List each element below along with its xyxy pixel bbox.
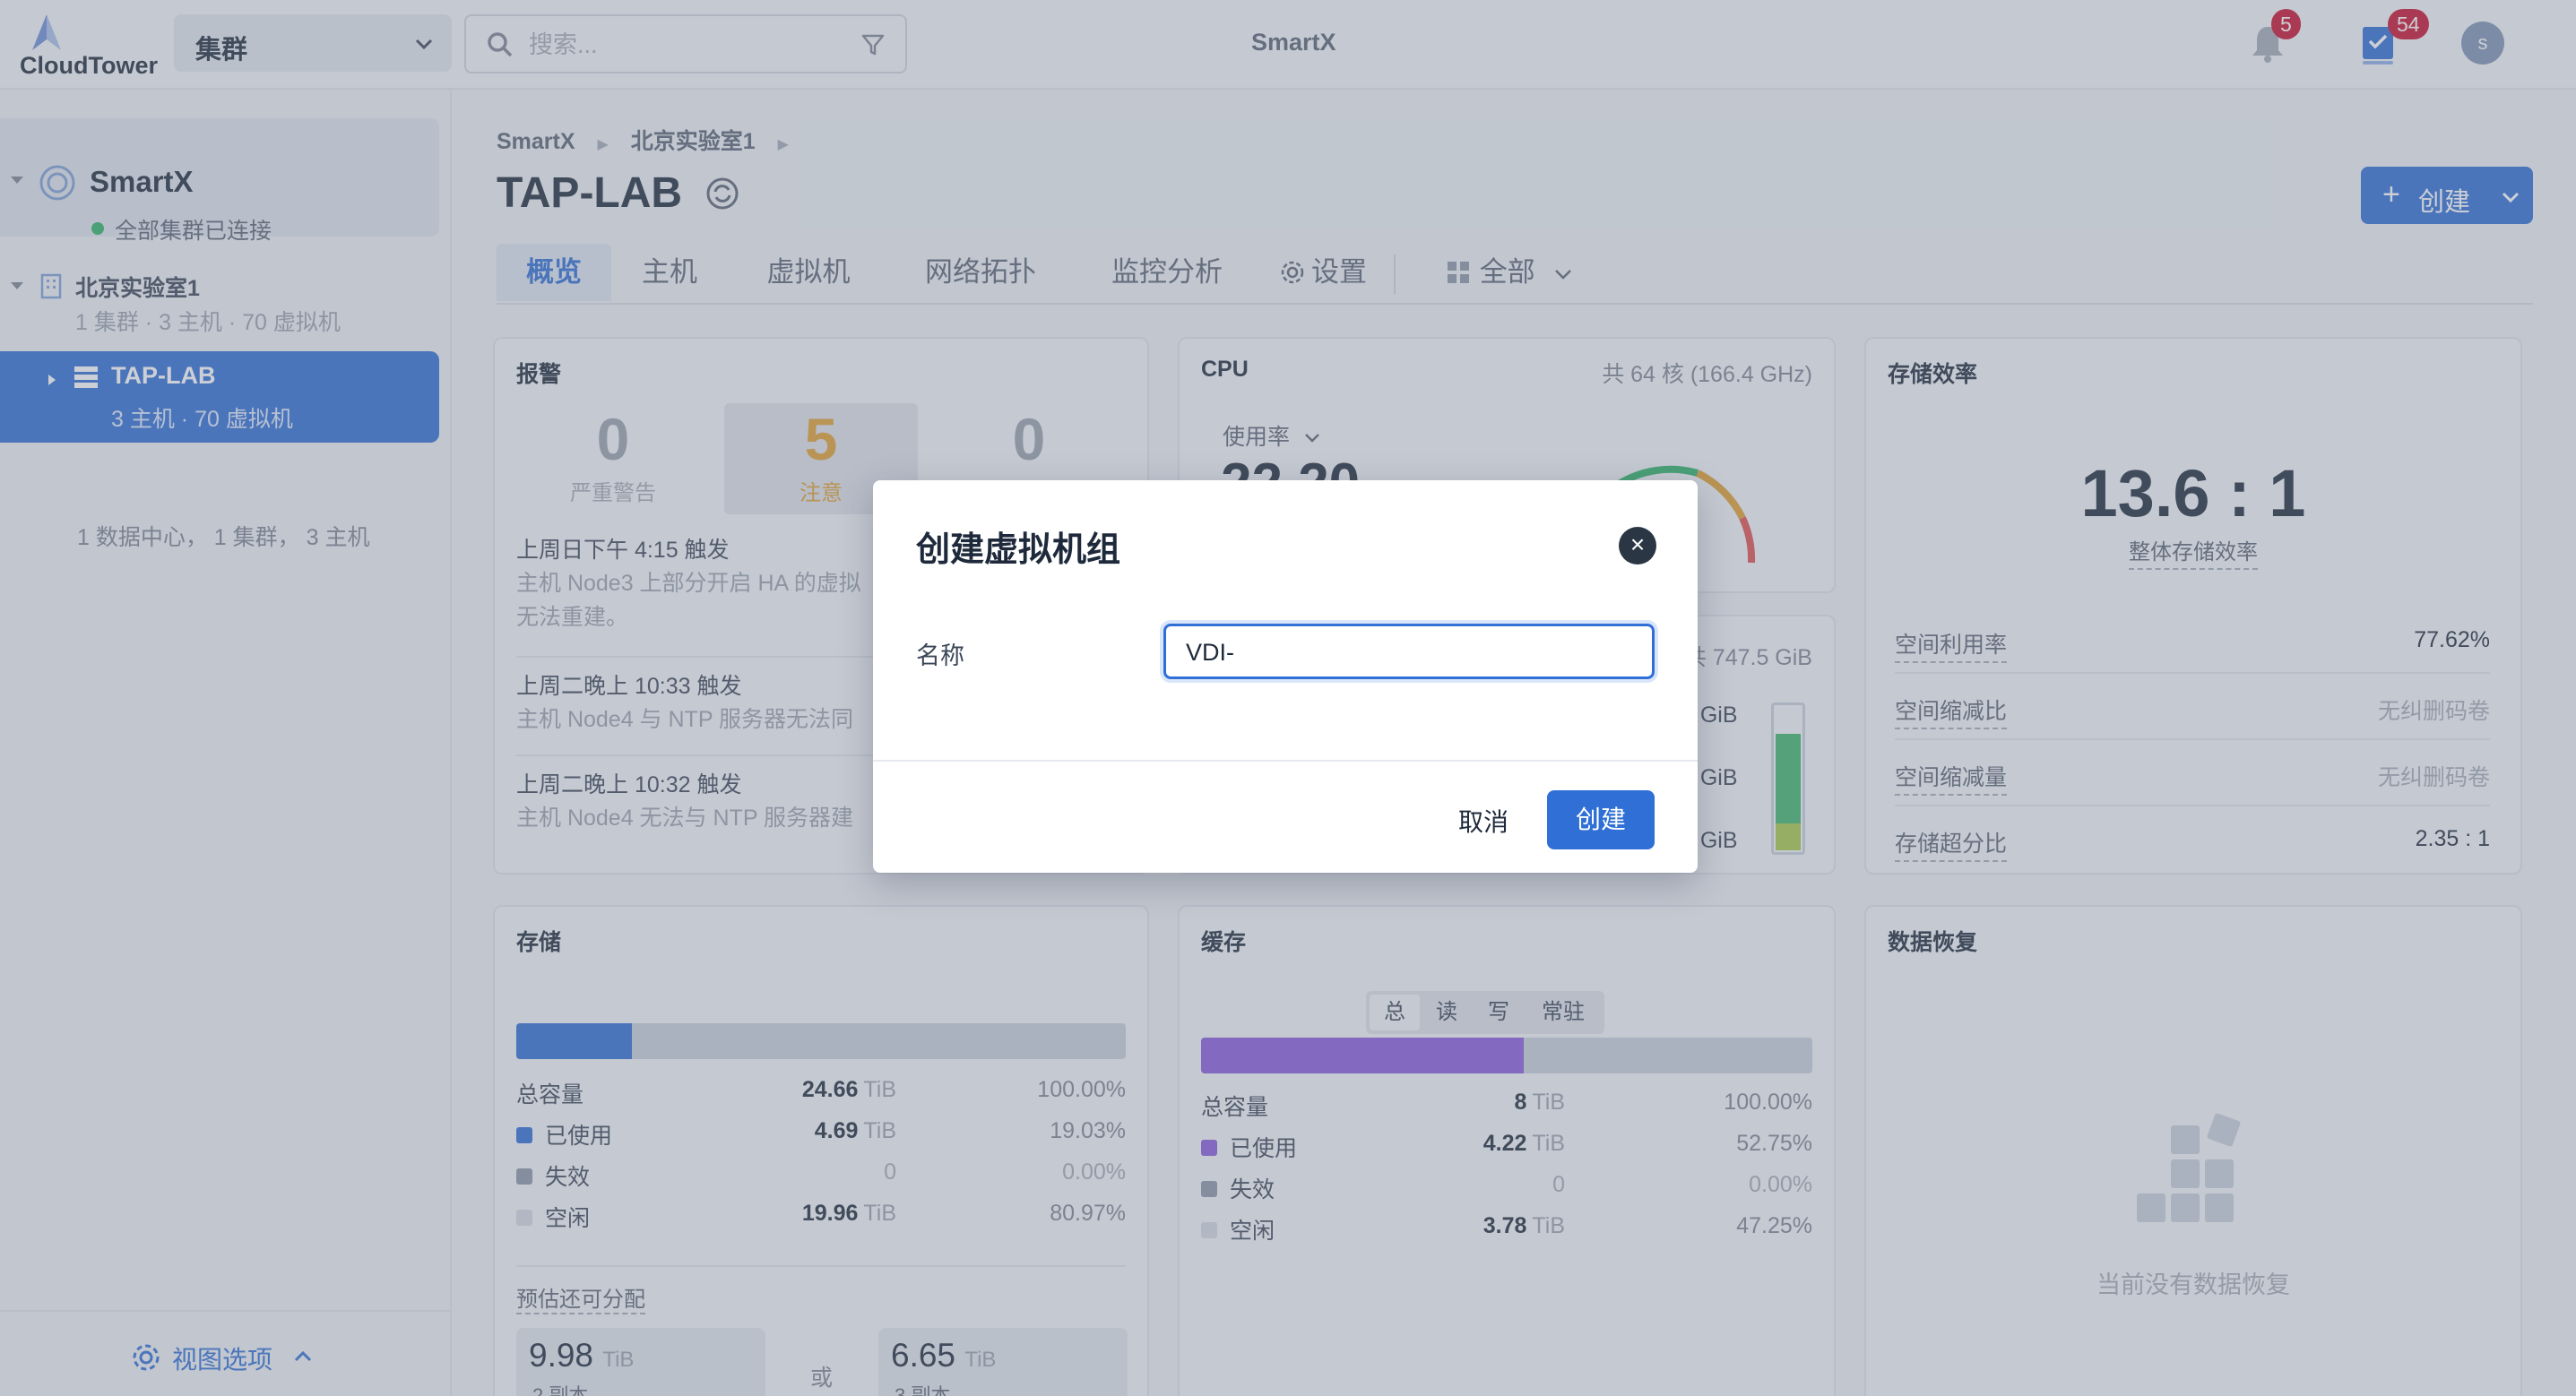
dialog-title: 创建虚拟机组 [916, 531, 1121, 569]
name-field[interactable] [1163, 624, 1655, 679]
create-vm-group-dialog: 创建虚拟机组 × 名称 取消 创建 [873, 480, 1698, 873]
name-input[interactable] [1186, 637, 1634, 668]
name-field-label: 名称 [916, 642, 964, 669]
confirm-create-button[interactable]: 创建 [1547, 790, 1655, 849]
close-icon[interactable]: × [1619, 527, 1656, 564]
divider [873, 760, 1698, 762]
cancel-button[interactable]: 取消 [1443, 794, 1524, 851]
